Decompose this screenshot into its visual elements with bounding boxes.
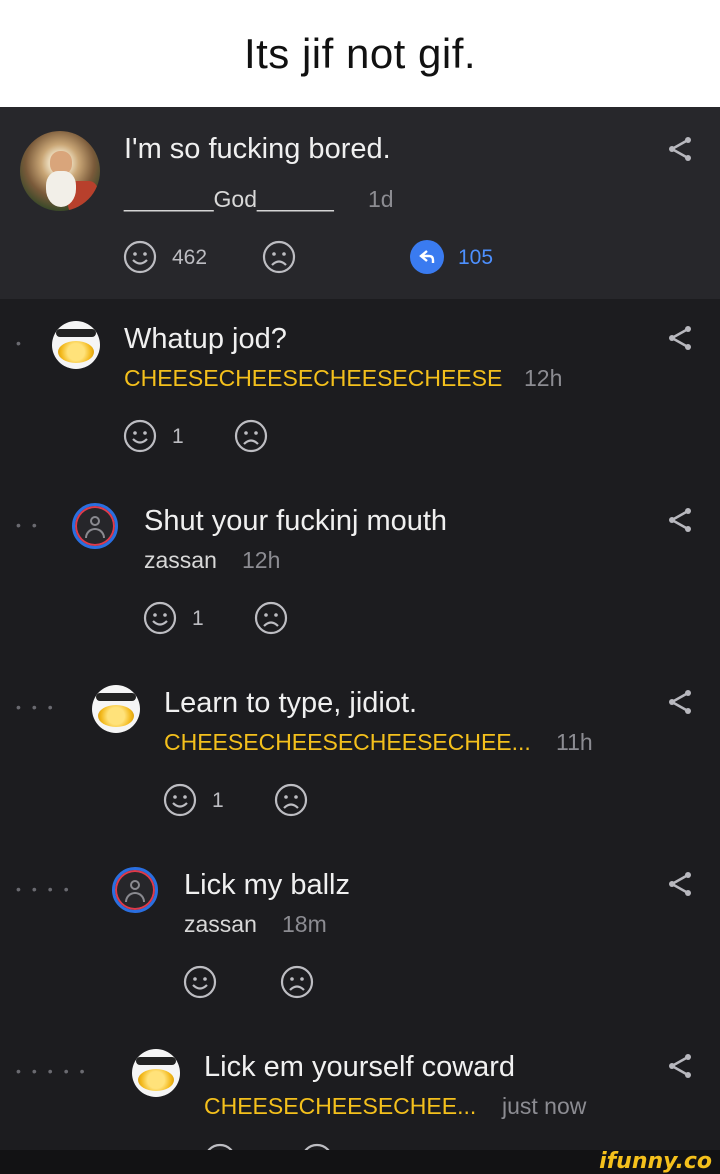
reply-count[interactable]: 105 bbox=[458, 246, 493, 270]
comment-avatar[interactable] bbox=[92, 685, 140, 733]
comment-avatar[interactable] bbox=[112, 867, 158, 913]
comment-time: 18m bbox=[282, 911, 327, 937]
share-icon[interactable] bbox=[666, 870, 694, 898]
comment-text: Shut your fuckinj mouth bbox=[144, 505, 448, 537]
comment-text: Learn to type, jidiot. bbox=[164, 687, 418, 719]
frown-icon[interactable] bbox=[254, 601, 288, 635]
comment-username[interactable]: CHEESECHEESECHEESECHEE... bbox=[164, 729, 531, 756]
watermark-logo: ifunny.co bbox=[599, 1149, 712, 1174]
comment-username[interactable]: zassan bbox=[184, 911, 257, 938]
comment-avatar[interactable] bbox=[132, 1049, 180, 1097]
post-time: 1d bbox=[368, 186, 394, 212]
post-author-avatar[interactable] bbox=[20, 131, 100, 211]
post-text: I'm so fucking bored. bbox=[124, 133, 391, 165]
comment-username[interactable]: CHEESECHEESECHEE... bbox=[204, 1093, 476, 1120]
caption-text: Its jif not gif. bbox=[243, 29, 477, 77]
comment-time: 12h bbox=[242, 547, 281, 573]
share-icon[interactable] bbox=[666, 688, 694, 716]
comment-avatar[interactable] bbox=[72, 503, 118, 549]
smile-icon[interactable] bbox=[123, 419, 157, 453]
smile-icon[interactable] bbox=[123, 240, 157, 274]
share-icon[interactable] bbox=[666, 1052, 694, 1080]
smile-count: 1 bbox=[212, 789, 224, 812]
share-icon[interactable] bbox=[666, 135, 694, 163]
meme-caption: Its jif not gif. bbox=[0, 0, 720, 107]
thread-depth-dots: • bbox=[16, 335, 32, 351]
share-icon[interactable] bbox=[666, 506, 694, 534]
comment-text: Whatup jod? bbox=[124, 323, 287, 355]
thread-depth-dots: •• bbox=[16, 517, 48, 533]
smile-icon[interactable] bbox=[163, 783, 197, 817]
comment-text: Lick em yourself coward bbox=[204, 1051, 516, 1083]
comment-thread: • Whatup jod? CHEESECHEESECHEESECHEESE 1… bbox=[0, 299, 720, 1174]
frown-icon[interactable] bbox=[280, 965, 314, 999]
smile-icon[interactable] bbox=[143, 601, 177, 635]
reply-icon[interactable] bbox=[410, 240, 444, 274]
original-post: I'm so fucking bored. _______God______ 1… bbox=[0, 107, 720, 299]
smile-icon[interactable] bbox=[183, 965, 217, 999]
thread-depth-dots: •••• bbox=[16, 881, 80, 897]
frown-icon[interactable] bbox=[262, 240, 296, 274]
share-icon[interactable] bbox=[666, 324, 694, 352]
comment-text: Lick my ballz bbox=[184, 869, 350, 901]
smile-count: 1 bbox=[172, 425, 184, 448]
frown-icon[interactable] bbox=[274, 783, 308, 817]
thread-depth-dots: ••• bbox=[16, 699, 64, 715]
comment-time: just now bbox=[502, 1093, 587, 1119]
comment-time: 11h bbox=[556, 729, 593, 755]
comment-username[interactable]: CHEESECHEESECHEESECHEESE bbox=[124, 365, 502, 392]
comment-avatar[interactable] bbox=[52, 321, 100, 369]
comment-time: 12h bbox=[524, 365, 563, 391]
watermark-bar: ifunny.co bbox=[0, 1149, 720, 1174]
smile-count: 1 bbox=[192, 607, 204, 630]
thread-depth-dots: ••••• bbox=[16, 1063, 96, 1079]
frown-icon[interactable] bbox=[234, 419, 268, 453]
smile-count: 462 bbox=[172, 246, 208, 269]
post-username[interactable]: _______God______ bbox=[124, 186, 334, 213]
comment-username[interactable]: zassan bbox=[144, 547, 217, 574]
